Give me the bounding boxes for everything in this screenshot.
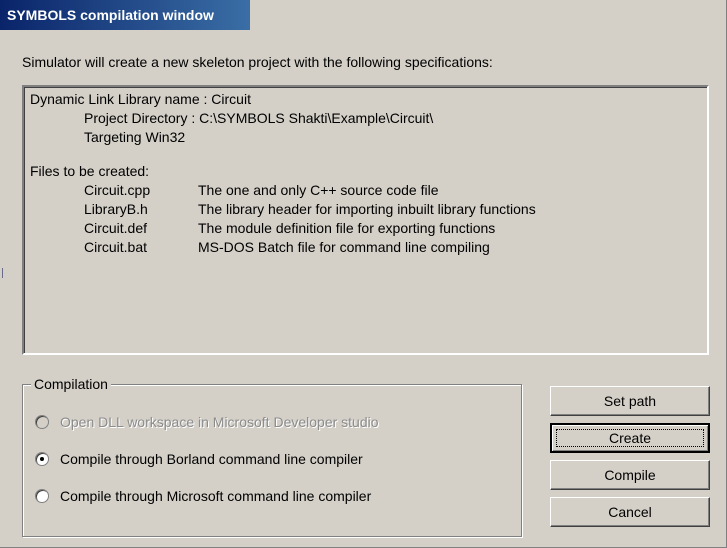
compilation-group-label: Compilation: [31, 376, 111, 392]
radio-open-dll-workspace: Open DLL workspace in Microsoft Develope…: [35, 414, 379, 430]
title-bar[interactable]: SYMBOLS compilation window: [0, 0, 250, 30]
file-description: The one and only C++ source code file: [198, 182, 439, 198]
file-description: MS-DOS Batch file for command line compi…: [198, 239, 490, 255]
compile-button[interactable]: Compile: [550, 460, 710, 490]
dll-name-line: Dynamic Link Library name : Circuit: [30, 91, 251, 107]
file-name: LibraryB.h: [84, 201, 148, 217]
cancel-button[interactable]: Cancel: [550, 497, 710, 527]
compilation-window: SYMBOLS compilation window Simulator wil…: [0, 0, 727, 548]
project-directory-line: Project Directory : C:\SYMBOLS Shakti\Ex…: [84, 110, 434, 126]
focus-rectangle: [556, 429, 704, 447]
intro-text: Simulator will create a new skeleton pro…: [22, 54, 493, 70]
file-name: Circuit.cpp: [84, 182, 151, 198]
radio-label: Open DLL workspace in Microsoft Develope…: [60, 414, 379, 430]
radio-unselected-icon[interactable]: [35, 489, 49, 503]
window-title: SYMBOLS compilation window: [7, 7, 214, 23]
create-button[interactable]: Create: [550, 423, 710, 453]
file-description: The library header for importing inbuilt…: [198, 201, 536, 217]
radio-unselected-icon: [35, 415, 49, 429]
set-path-button[interactable]: Set path: [550, 386, 710, 416]
radio-microsoft-compiler[interactable]: Compile through Microsoft command line c…: [35, 488, 371, 504]
radio-label: Compile through Borland command line com…: [60, 451, 363, 467]
radio-borland-compiler[interactable]: Compile through Borland command line com…: [35, 451, 363, 467]
files-heading: Files to be created:: [30, 163, 150, 179]
specification-box: Dynamic Link Library name : Circuit Proj…: [22, 85, 709, 355]
targeting-line: Targeting Win32: [84, 129, 186, 145]
file-description: The module definition file for exporting…: [198, 220, 496, 236]
edge-marker: [2, 268, 3, 278]
compilation-group: Compilation Open DLL workspace in Micros…: [22, 376, 522, 537]
file-name: Circuit.def: [84, 220, 148, 236]
file-name: Circuit.bat: [84, 239, 148, 255]
radio-label: Compile through Microsoft command line c…: [60, 488, 372, 504]
radio-selected-icon[interactable]: [35, 452, 49, 466]
